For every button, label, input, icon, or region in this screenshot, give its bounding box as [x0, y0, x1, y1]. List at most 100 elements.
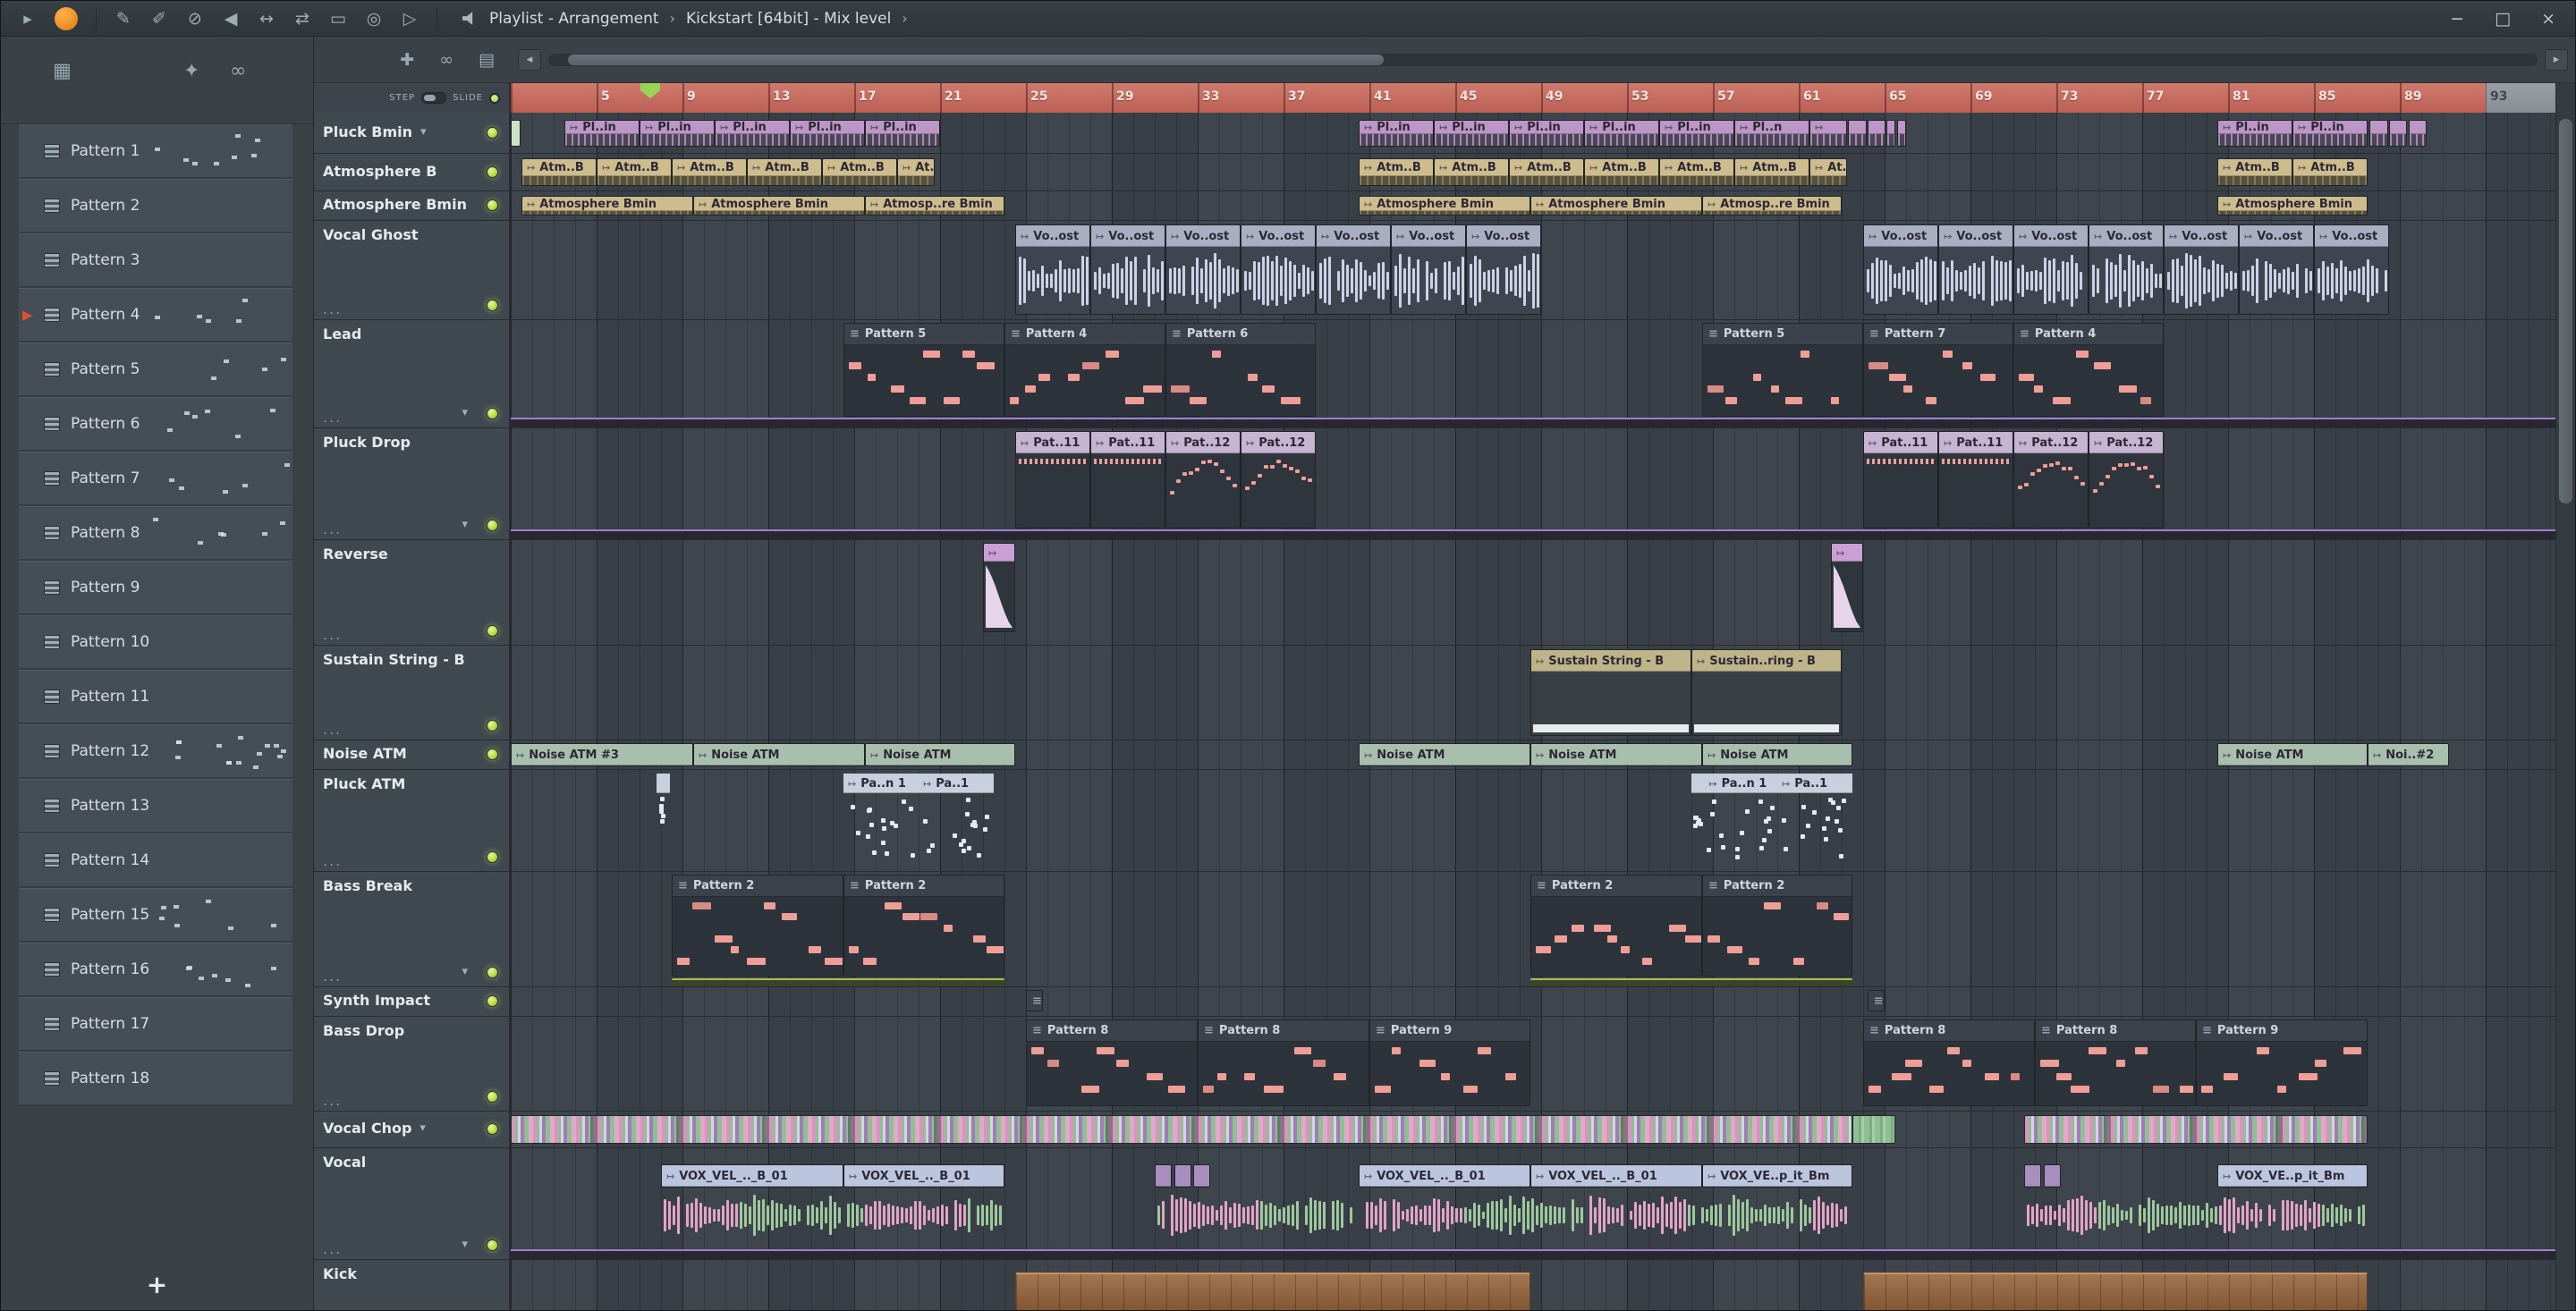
mute-led[interactable]: [487, 1239, 498, 1251]
ghost-clip[interactable]: ↦ Vo..ost: [1316, 224, 1391, 315]
pattern-item[interactable]: Pattern 7: [19, 452, 292, 506]
patm-clip[interactable]: [1691, 774, 1705, 834]
midi-clip[interactable]: ≡ Pattern 5: [1702, 323, 1863, 417]
track-lane-noise-atm[interactable]: ↦ Noise ATM #3 ↦ Noise ATM ↦ Noise ATM ↦ Noise …: [511, 740, 2555, 769]
track-lane-bass-break[interactable]: ≡ Pattern 2 ≡ Pattern 2 ≡ Pattern 2 ≡ Pattern 2: [511, 872, 2555, 986]
track-lane-vocal-ghost[interactable]: ↦ Vo..ost ↦ Vo..ost ↦ Vo..ost ↦ Vo..ost ↦ Vo..ost…: [511, 221, 2555, 319]
midi-clip[interactable]: ≡ Pattern 2: [843, 875, 1004, 977]
pluck-clip[interactable]: ↦ Pl..in: [564, 120, 640, 147]
track-lane-pluck-atm[interactable]: ↦ Pa..n 1 ↦ Pa..1 ↦ Pa..n 1 ↦ Pa..1: [511, 770, 2555, 871]
patm-clip[interactable]: ↦ Pa..n 1: [1704, 774, 1777, 863]
ghost-clip[interactable]: ↦ Vo..ost: [1863, 224, 1938, 315]
sustain-clip[interactable]: ↦ Sustain String - B: [1530, 649, 1691, 736]
midi-clip[interactable]: ≡ Pattern 4: [2013, 323, 2164, 417]
step-toggle[interactable]: [421, 92, 447, 104]
horizontal-scrollbar[interactable]: [548, 53, 2538, 66]
pluck-clip[interactable]: [2389, 120, 2408, 147]
speaker-icon[interactable]: [462, 12, 473, 25]
atmo-clip[interactable]: ↦ Atm..B: [1509, 158, 1584, 186]
vocal-clip[interactable]: ↦ VOX_VE..p_it_Bm: [2217, 1164, 2368, 1188]
scroll-left-button[interactable]: ◂: [518, 48, 541, 71]
atmo-clip[interactable]: ↦ Atmosphere Bmin: [521, 196, 693, 216]
chevron-down-icon[interactable]: ▾: [419, 1121, 426, 1135]
pluck-clip[interactable]: [2408, 120, 2427, 147]
pattern-item[interactable]: Pattern 8: [19, 506, 292, 561]
track-options[interactable]: ...: [323, 626, 342, 643]
mute-tool-icon[interactable]: ◀: [213, 9, 249, 29]
droparch-clip[interactable]: ↦ Pat..12: [2013, 431, 2089, 529]
atmo-clip[interactable]: ↦ Atm..B: [2217, 158, 2292, 186]
slide-tool-icon[interactable]: ⇄: [284, 9, 320, 29]
sustain-clip[interactable]: ↦ Sustain..ring - B: [1691, 649, 1842, 736]
atmo-clip[interactable]: ↦ Atm..B: [521, 158, 597, 186]
midi-clip[interactable]: ≡ Pattern 7: [1863, 323, 2013, 417]
atmo-clip[interactable]: ↦ Atm..B: [1434, 158, 1509, 186]
patm-clip[interactable]: ↦ Pa..n 1: [843, 774, 919, 863]
patm-clip[interactable]: [657, 774, 670, 834]
midi-clip[interactable]: ≡ Pattern 2: [1702, 875, 1852, 977]
transport-play-icon[interactable]: ▸: [10, 9, 46, 29]
track-header-atmosphere-b[interactable]: Atmosphere B: [314, 154, 511, 190]
track-lane-bass-drop[interactable]: ≡ Pattern 8 ≡ Pattern 8 ≡ Pattern 9 ≡ Pattern 8…: [511, 1017, 2555, 1111]
atmo-clip[interactable]: ↦ Atm..B: [822, 158, 897, 186]
atmo-clip[interactable]: ↦ Atm..B: [2292, 158, 2368, 186]
noise-clip[interactable]: ↦ Noise ATM #3: [511, 743, 693, 766]
pluck-clip[interactable]: ↦ Pl..in: [1359, 120, 1434, 147]
vtiny-clip[interactable]: [2024, 1164, 2042, 1188]
track-lane-kick[interactable]: [511, 1260, 2555, 1310]
track-header-reverse[interactable]: Reverse...: [314, 540, 511, 645]
ghost-clip[interactable]: ↦ Vo..ost: [2089, 224, 2164, 315]
dropdash-clip[interactable]: ↦ Pat..11: [1863, 431, 1938, 529]
noise-clip[interactable]: ↦ Noi..#2: [2368, 743, 2450, 766]
pattern-item[interactable]: ▶ Pattern 4: [19, 288, 292, 343]
noise-clip[interactable]: ↦ Noise ATM: [1359, 743, 1530, 766]
chevron-down-icon[interactable]: ▾: [462, 965, 468, 978]
ghost-clip[interactable]: ↦ Vo..ost: [2164, 224, 2239, 315]
pattern-item[interactable]: Pattern 18: [19, 1052, 292, 1106]
midi-clip[interactable]: ≡ Pattern 6: [1165, 323, 1316, 417]
view-icon[interactable]: ▤: [479, 50, 495, 70]
atmo-clip[interactable]: ↦ Atm..B: [1659, 158, 1734, 186]
pluck-clip[interactable]: [1848, 120, 1867, 147]
track-header-sustain-string-b[interactable]: Sustain String - B...: [314, 646, 511, 740]
track-lane-synth-impact[interactable]: ≡ ≡: [511, 987, 2555, 1016]
minimize-button[interactable]: −: [2450, 9, 2464, 29]
vocal-clip[interactable]: ↦ VOX_VE..p_it_Bm: [1702, 1164, 1852, 1188]
track-options[interactable]: ...: [323, 1240, 342, 1257]
ghost-clip[interactable]: ↦ Vo..ost: [1015, 224, 1090, 315]
sliver-clip[interactable]: [511, 120, 521, 147]
midi-clip[interactable]: ≡ Pattern 5: [843, 323, 1004, 417]
atmo-clip[interactable]: ↦ Atmosp..re Bmin: [865, 196, 1004, 216]
midi-clip[interactable]: ≡ Pattern 8: [2035, 1019, 2196, 1106]
midi-clip[interactable]: ≡ Pattern 9: [2196, 1019, 2368, 1106]
horizontal-scrollbar-thumb[interactable]: [568, 54, 1385, 65]
noise-clip[interactable]: ↦ Noise ATM: [693, 743, 865, 766]
pluck-clip[interactable]: [1897, 120, 1906, 147]
pluck-clip[interactable]: ↦ Pl..in: [790, 120, 865, 147]
ghost-clip[interactable]: ↦ Vo..ost: [2239, 224, 2314, 315]
pattern-item[interactable]: Pattern 13: [19, 779, 292, 833]
pattern-item[interactable]: Pattern 6: [19, 397, 292, 452]
pattern-item[interactable]: Pattern 5: [19, 343, 292, 397]
midi-clip[interactable]: ≡ Pattern 4: [1004, 323, 1165, 417]
reverse-clip[interactable]: ↦: [983, 543, 1015, 632]
pluck-clip[interactable]: [2369, 120, 2388, 147]
kick-clip[interactable]: [1863, 1273, 2368, 1310]
vwave-clip[interactable]: [2024, 1195, 2368, 1238]
atmo-clip[interactable]: ↦ Atmosphere Bmin: [2217, 196, 2368, 216]
vocal-clip[interactable]: ↦ VOX_VEL_.._B_01: [843, 1164, 1004, 1188]
olive-clip[interactable]: [1530, 978, 1852, 986]
mute-led[interactable]: [487, 1091, 498, 1103]
midi-clip[interactable]: ≡ Pattern 2: [1530, 875, 1702, 977]
track-options[interactable]: ...: [323, 968, 342, 985]
vwave-clip[interactable]: [661, 1195, 1004, 1238]
pluck-clip[interactable]: [1886, 120, 1895, 147]
mute-led[interactable]: [487, 199, 498, 211]
close-button[interactable]: ×: [2541, 9, 2555, 29]
audio-tab-icon[interactable]: ✦: [183, 60, 199, 82]
ghost-clip[interactable]: ↦ Vo..ost: [1466, 224, 1541, 315]
patterns-tab-icon[interactable]: ▦: [53, 60, 72, 82]
track-options[interactable]: ...: [323, 852, 342, 869]
track-header-kick[interactable]: Kick: [314, 1260, 511, 1310]
tiny-clip[interactable]: ≡: [1867, 990, 1885, 1011]
